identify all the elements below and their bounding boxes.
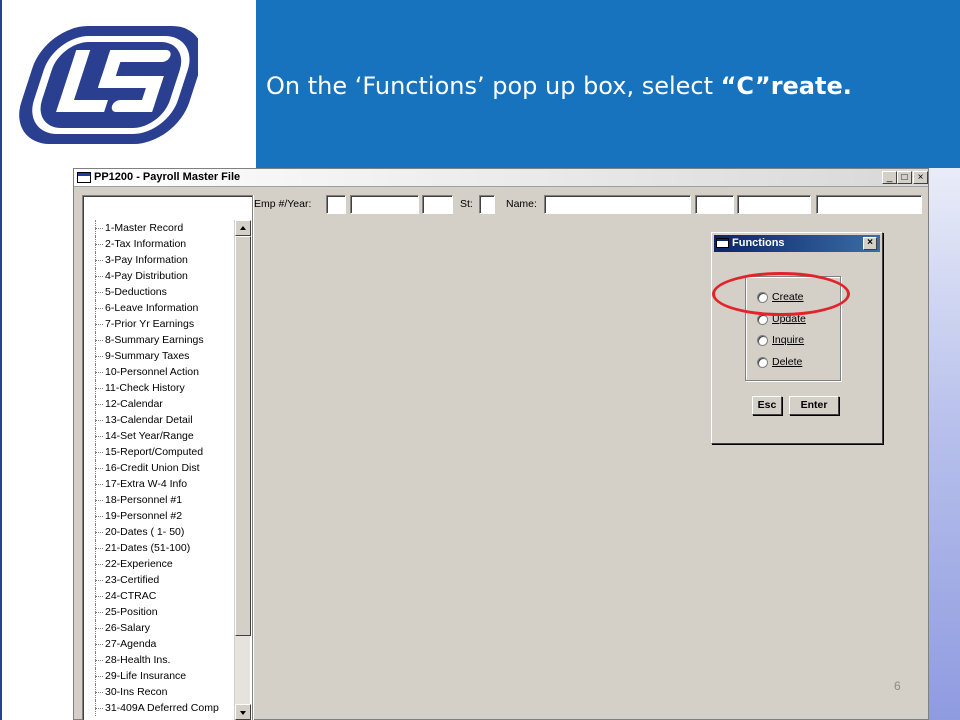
year-field[interactable]	[422, 195, 453, 214]
slide-title-text: On the ‘Functions’ pop up box, select	[266, 72, 721, 100]
scroll-down-button[interactable]	[235, 704, 251, 720]
functions-dialog-titlebar[interactable]: Functions ×	[714, 235, 880, 252]
tree-item[interactable]: 18-Personnel #1	[87, 492, 232, 508]
tree-item[interactable]: 27-Agenda	[87, 636, 232, 652]
right-gradient-strip	[928, 168, 960, 720]
chevron-down-icon	[240, 711, 246, 715]
emp-number-field[interactable]	[350, 195, 419, 214]
tree-item[interactable]: 28-Health Ins.	[87, 652, 232, 668]
radio-circle-icon[interactable]	[757, 335, 768, 346]
tree-item[interactable]: 19-Personnel #2	[87, 508, 232, 524]
slide-title: On the ‘Functions’ pop up box, select “C…	[266, 72, 852, 100]
emp-year-label: Emp #/Year:	[254, 198, 312, 210]
scroll-thumb[interactable]	[235, 236, 251, 636]
scroll-up-button[interactable]	[235, 220, 251, 236]
tree-item[interactable]: 15-Report/Computed	[87, 444, 232, 460]
tree-item[interactable]: 4-Pay Distribution	[87, 268, 232, 284]
tree-item[interactable]: 30-Ins Recon	[87, 684, 232, 700]
tree-item[interactable]: 7-Prior Yr Earnings	[87, 316, 232, 332]
minimize-button[interactable]: _	[882, 171, 897, 184]
tree-item[interactable]: 24-CTRAC	[87, 588, 232, 604]
tree-item[interactable]: 2-Tax Information	[87, 236, 232, 252]
tree-item[interactable]: 29-Life Insurance	[87, 668, 232, 684]
tree-item[interactable]: 26-Salary	[87, 620, 232, 636]
pane-splitter[interactable]	[252, 195, 254, 720]
payroll-master-window: PP1200 - Payroll Master File _ □ × Emp #…	[73, 168, 929, 720]
tree-item[interactable]: 20-Dates ( 1- 50)	[87, 524, 232, 540]
create-highlight-annotation	[712, 272, 850, 316]
tree-item[interactable]: 31-409A Deferred Comp	[87, 700, 232, 716]
emp-prefix-field[interactable]	[326, 195, 346, 214]
name-field-2[interactable]	[695, 195, 734, 214]
tree-item[interactable]: 17-Extra W-4 Info	[87, 476, 232, 492]
tree-item[interactable]: 13-Calendar Detail	[87, 412, 232, 428]
esc-button[interactable]: Esc	[752, 396, 782, 415]
tree-item[interactable]: 23-Certified	[87, 572, 232, 588]
name-field-3[interactable]	[737, 195, 811, 214]
slide-page-number: 6	[894, 679, 901, 693]
left-border-strip	[0, 168, 2, 720]
functions-dialog: Functions × Create Update Inquire Delete…	[711, 232, 883, 444]
tree-item[interactable]: 16-Credit Union Dist	[87, 460, 232, 476]
tree-scrollbar[interactable]	[234, 220, 251, 720]
functions-dialog-title: Functions	[732, 237, 785, 249]
name-label: Name:	[506, 198, 537, 210]
name-field-4[interactable]	[816, 195, 922, 214]
radio-circle-icon[interactable]	[757, 314, 768, 325]
tree-item[interactable]: 11-Check History	[87, 380, 232, 396]
slide-banner: On the ‘Functions’ pop up box, select “C…	[256, 0, 960, 168]
window-title: PP1200 - Payroll Master File	[94, 171, 241, 183]
tree-item[interactable]: 25-Position	[87, 604, 232, 620]
window-icon[interactable]	[77, 172, 91, 183]
radio-delete-label[interactable]: Delete	[772, 354, 802, 370]
enter-button[interactable]: Enter	[789, 396, 839, 415]
tree-item[interactable]: 22-Experience	[87, 556, 232, 572]
st-field[interactable]	[479, 195, 495, 214]
tree-item[interactable]: 10-Personnel Action	[87, 364, 232, 380]
tree-item[interactable]: 5-Deductions	[87, 284, 232, 300]
window-titlebar[interactable]: PP1200 - Payroll Master File _ □ ×	[74, 169, 928, 187]
tree-item[interactable]: 8-Summary Earnings	[87, 332, 232, 348]
tree-item[interactable]: 6-Leave Information	[87, 300, 232, 316]
tree-item[interactable]: 3-Pay Information	[87, 252, 232, 268]
restore-button[interactable]: □	[897, 171, 912, 184]
radio-inquire-label[interactable]: Inquire	[772, 332, 804, 348]
record-tree-list: 1-Master Record 2-Tax Information 3-Pay In…	[87, 220, 232, 716]
tree-item[interactable]: 1-Master Record	[87, 220, 232, 236]
dialog-close-button[interactable]: ×	[863, 237, 877, 250]
slide-title-emphasis: “C”reate.	[720, 72, 852, 100]
logo-area	[0, 0, 256, 168]
close-button[interactable]: ×	[913, 171, 928, 184]
record-tree: 1-Master Record 2-Tax Information 3-Pay In…	[82, 195, 254, 720]
tree-item[interactable]: 14-Set Year/Range	[87, 428, 232, 444]
dialog-window-icon	[716, 238, 729, 248]
radio-circle-icon[interactable]	[757, 357, 768, 368]
tree-item[interactable]: 21-Dates (51-100)	[87, 540, 232, 556]
tree-item[interactable]: 9-Summary Taxes	[87, 348, 232, 364]
tree-item[interactable]: 12-Calendar	[87, 396, 232, 412]
chevron-up-icon	[240, 226, 246, 230]
ls-logo-icon	[19, 26, 198, 144]
st-label: St:	[460, 198, 473, 210]
name-field[interactable]	[544, 195, 691, 214]
